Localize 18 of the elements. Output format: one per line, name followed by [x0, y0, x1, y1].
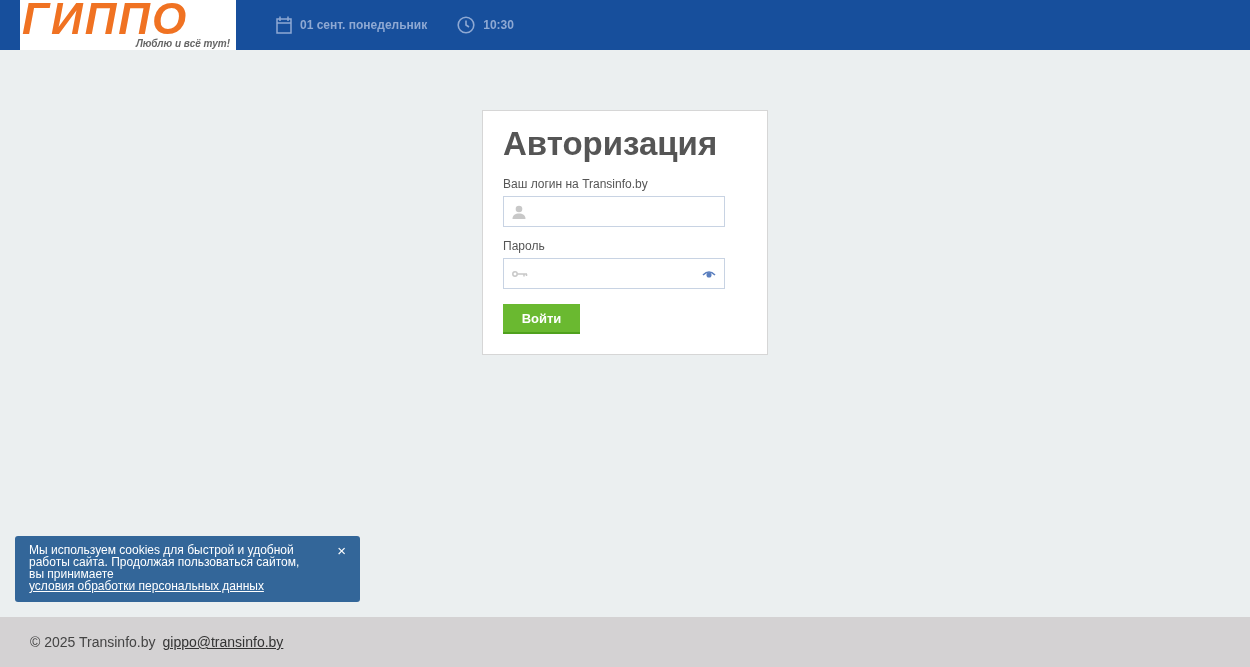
date-text: 01 сент. понедельник	[300, 18, 428, 32]
clock-icon	[457, 16, 476, 34]
email-link[interactable]: gippo@transinfo.by	[162, 634, 284, 650]
user-icon	[512, 204, 526, 219]
time-text: 10:30	[483, 18, 514, 32]
privacy-link[interactable]: условия обработки персональных данных	[29, 580, 308, 592]
key-icon	[512, 269, 528, 278]
logo-wordmark: ГИППО	[22, 0, 189, 38]
copyright-text: © 2025 Transinfo.by	[30, 634, 156, 650]
field-label: Ваш логин на Transinfo.by	[503, 177, 649, 191]
logo-slogan: Люблю и всё тут!	[135, 38, 230, 50]
login-title: Авторизация	[503, 125, 719, 163]
calendar-icon	[276, 16, 292, 34]
eye-icon[interactable]	[702, 269, 716, 278]
login-field[interactable]	[503, 196, 725, 227]
close-button[interactable]: ×	[337, 544, 346, 558]
password-field[interactable]	[503, 258, 725, 289]
field-label: Пароль	[503, 239, 546, 253]
